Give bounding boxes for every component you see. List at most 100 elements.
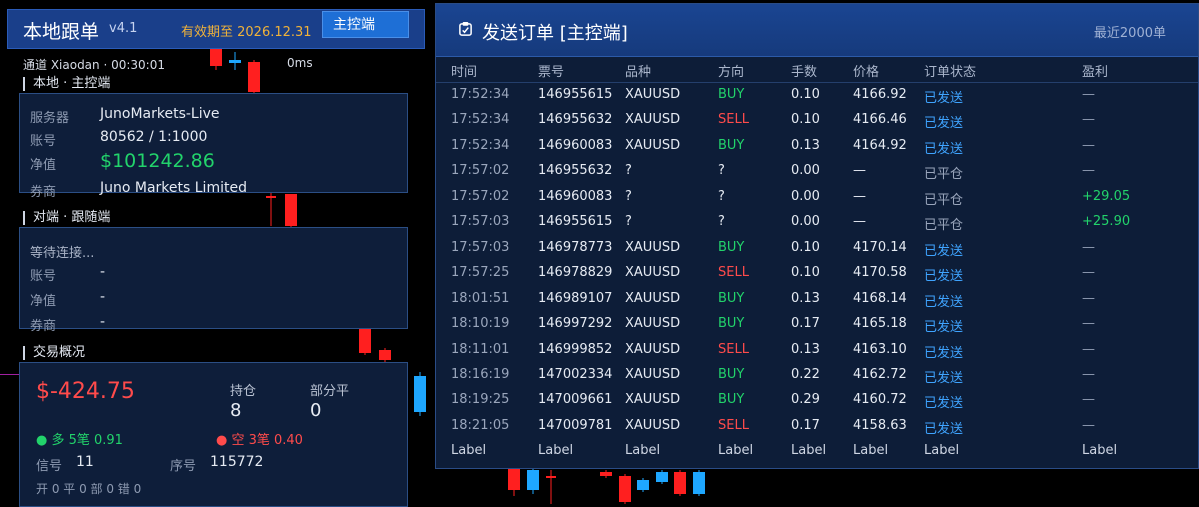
cell-profit: — bbox=[1082, 87, 1095, 102]
cell-price: 4170.14 bbox=[853, 239, 907, 255]
equity-value: $101242.86 bbox=[100, 150, 215, 172]
candle bbox=[248, 60, 260, 94]
cell-lots: 0.10 bbox=[791, 239, 820, 255]
cell-status: 已发送 bbox=[924, 91, 964, 106]
cell-price: 4170.58 bbox=[853, 265, 907, 281]
table-row[interactable]: 18:10:19 146997292 XAUUSD BUY 0.17 4165.18 已发送… bbox=[436, 312, 1198, 337]
candle bbox=[379, 348, 391, 362]
table-row[interactable]: 18:21:05 147009781 XAUUSD SELL 0.17 4158.63 已发… bbox=[436, 414, 1198, 439]
table-row[interactable]: 17:52:34 146955632 XAUUSD SELL 0.10 4166.46 已发… bbox=[436, 108, 1198, 133]
candle bbox=[674, 470, 686, 496]
latency-value: 0ms bbox=[287, 56, 313, 70]
candle bbox=[693, 470, 705, 496]
cell-lots: 0.13 bbox=[791, 137, 820, 153]
cell-status: 已发送 bbox=[924, 421, 964, 437]
cell-price: 4163.10 bbox=[853, 341, 907, 357]
orders-panel-header: 发送订单 [主控端] 最近2000单 bbox=[436, 4, 1198, 57]
col-header-lots[interactable]: 手数 bbox=[791, 61, 817, 80]
cell-time: 18:11:01 bbox=[451, 341, 510, 357]
cell-time: 18:16:19 bbox=[451, 366, 510, 382]
remote-equity-value: - bbox=[100, 289, 106, 305]
cell-price: 4158.63 bbox=[853, 417, 907, 433]
cell-ticket: 146999852 bbox=[538, 341, 613, 357]
orders-table-header: 时间 票号 品种 方向 手数 价格 订单状态 盈利 bbox=[436, 58, 1198, 83]
candle bbox=[285, 194, 297, 228]
cell-lots: 0.29 bbox=[791, 392, 820, 408]
cell-lots: 0.00 bbox=[791, 163, 820, 179]
table-row[interactable]: 18:16:19 147002334 XAUUSD BUY 0.22 4162.72 已发送… bbox=[436, 363, 1198, 388]
col-header-status[interactable]: 订单状态 bbox=[924, 61, 976, 80]
equity-label: 净值 bbox=[30, 158, 57, 173]
col-header-price[interactable]: 价格 bbox=[853, 61, 879, 80]
cell-time: 18:01:51 bbox=[451, 290, 510, 306]
cell-side: BUY bbox=[718, 87, 745, 102]
col-header-time[interactable]: 时间 bbox=[451, 61, 477, 80]
cell-profit: — bbox=[1082, 137, 1095, 153]
cell-time: 17:52:34 bbox=[451, 112, 510, 128]
cell-time: 17:57:02 bbox=[451, 163, 510, 179]
cell-ticket: 147009661 bbox=[538, 392, 613, 408]
total-pnl: $-424.75 bbox=[36, 379, 135, 404]
role-master-button[interactable]: 主控端 bbox=[322, 11, 409, 38]
cell-lots: 0.13 bbox=[791, 341, 820, 357]
cell-status: 已发送 bbox=[924, 294, 964, 310]
table-row[interactable]: 17:52:34 146955615 XAUUSD BUY 0.10 4166.92 已发送… bbox=[436, 83, 1198, 108]
col-header-ticket[interactable]: 票号 bbox=[538, 61, 564, 80]
orders-panel: 发送订单 [主控端] 最近2000单 时间 票号 品种 方向 手数 价格 订单状态 盈利 17… bbox=[435, 3, 1199, 469]
remote-broker-value: - bbox=[100, 314, 106, 330]
cell-lots: 0.00 bbox=[791, 188, 820, 204]
app-title: 本地跟单 bbox=[23, 21, 100, 43]
action-counters: 开 0 平 0 部 0 错 0 bbox=[36, 482, 142, 496]
table-row[interactable]: 17:57:25 146978829 XAUUSD SELL 0.10 4170.58 已发… bbox=[436, 261, 1198, 286]
cell-status: 已平仓 bbox=[924, 192, 964, 208]
signal-label: 信号 bbox=[36, 459, 63, 474]
cell-ticket: 146960083 bbox=[538, 137, 613, 153]
col-header-symbol[interactable]: 品种 bbox=[625, 61, 651, 80]
remote-account-label: 账号 bbox=[30, 269, 57, 284]
long-summary: ● 多 5笔 0.91 bbox=[36, 433, 123, 448]
table-row[interactable]: 17:57:03 146955615?? 0.00 — 已平仓 +25.90 bbox=[436, 210, 1198, 235]
cell-profit: — bbox=[1082, 265, 1095, 281]
cell-lots: 0.13 bbox=[791, 290, 820, 306]
candle bbox=[656, 470, 668, 484]
cell-lots: 0.10 bbox=[791, 87, 820, 102]
cell-profit: +25.90 bbox=[1082, 214, 1131, 230]
cell-profit: +29.05 bbox=[1082, 188, 1131, 204]
cell-price: 4165.18 bbox=[853, 316, 907, 332]
cell-time: 17:57:03 bbox=[451, 214, 510, 230]
orders-recent-count: 最近2000单 bbox=[1093, 26, 1166, 41]
footer-label: Label bbox=[625, 443, 661, 459]
candle bbox=[229, 52, 241, 70]
cell-side: BUY bbox=[718, 239, 745, 255]
candle bbox=[637, 478, 649, 492]
short-summary: ● 空 3笔 0.40 bbox=[216, 433, 303, 448]
cell-price: 4168.14 bbox=[853, 290, 907, 306]
table-row[interactable]: 17:57:03 146978773 XAUUSD BUY 0.10 4170.14 已发送… bbox=[436, 236, 1198, 261]
cell-time: 18:19:25 bbox=[451, 392, 510, 408]
remote-info-box: 等待连接... 账号 - 净值 - 券商 - bbox=[19, 227, 408, 334]
cell-time: 17:57:25 bbox=[451, 265, 510, 281]
candle bbox=[266, 192, 276, 226]
table-row[interactable]: 18:11:01 146999852 XAUUSD SELL 0.13 4163.10 已发… bbox=[436, 338, 1198, 363]
table-row[interactable]: 18:01:51 146989107 XAUUSD BUY 0.13 4168.14 已发送… bbox=[436, 287, 1198, 312]
cell-price: — bbox=[853, 188, 866, 204]
footer-label: Label bbox=[924, 443, 960, 459]
cell-profit: — bbox=[1082, 239, 1095, 255]
positions-label: 持仓 bbox=[230, 384, 257, 399]
cell-time: 18:10:19 bbox=[451, 316, 510, 332]
cell-symbol: XAUUSD bbox=[625, 341, 681, 357]
cell-symbol: XAUUSD bbox=[625, 366, 681, 382]
cell-ticket: 146997292 bbox=[538, 316, 613, 332]
server-label: 服务器 bbox=[30, 111, 70, 126]
col-header-profit[interactable]: 盈利 bbox=[1082, 61, 1108, 80]
cell-side: SELL bbox=[718, 265, 749, 281]
channel-info: 通道 Xiaodan · 00:30:01 bbox=[23, 58, 165, 72]
cell-price: 4160.72 bbox=[853, 392, 907, 408]
table-row[interactable]: 18:19:25 147009661 XAUUSD BUY 0.29 4160.72 已发送… bbox=[436, 388, 1198, 413]
col-header-side[interactable]: 方向 bbox=[718, 61, 744, 80]
table-row[interactable]: 17:52:34 146960083 XAUUSD BUY 0.13 4164.92 已发送… bbox=[436, 134, 1198, 159]
overview-section-title: 交易概况 bbox=[23, 346, 85, 360]
table-row[interactable]: 17:57:02 146960083?? 0.00 — 已平仓 +29.05 bbox=[436, 185, 1198, 210]
cell-lots: 0.10 bbox=[791, 265, 820, 281]
table-row[interactable]: 17:57:02 146955632?? 0.00 — 已平仓 — bbox=[436, 159, 1198, 184]
